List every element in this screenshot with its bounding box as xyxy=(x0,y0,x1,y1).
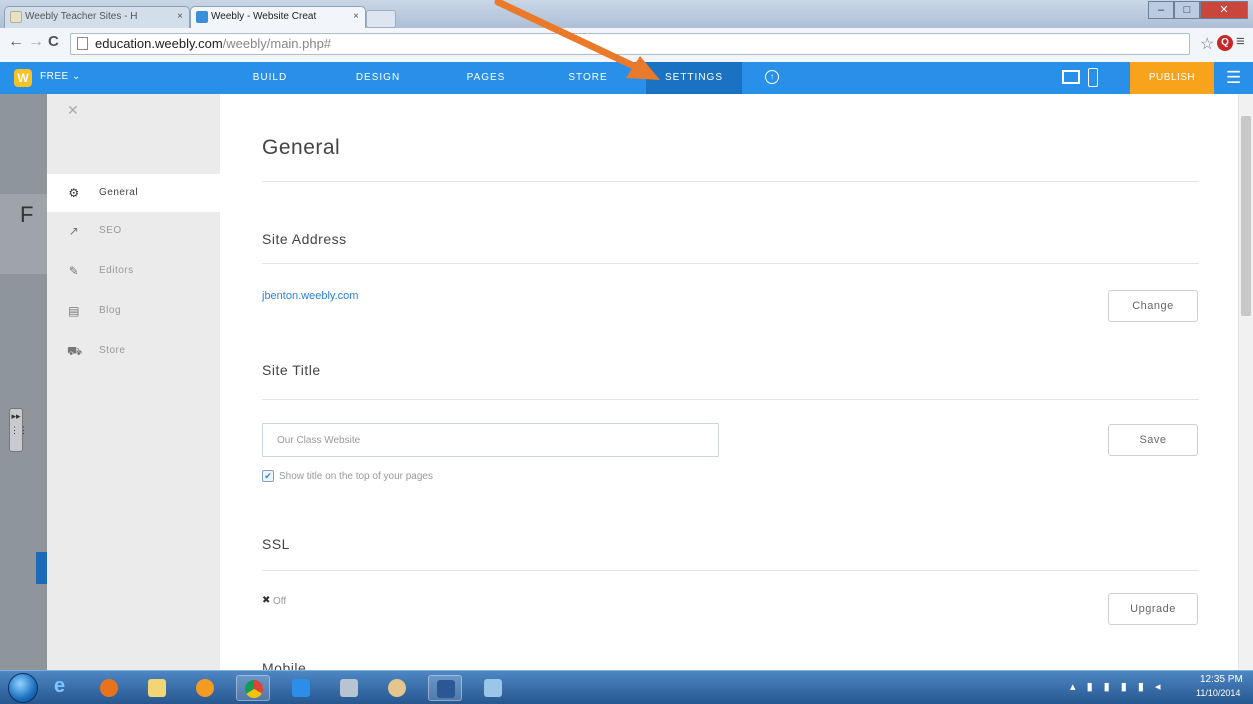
url-host: education.weebly.com xyxy=(95,36,223,51)
plan-dropdown[interactable]: FREE ⌄ xyxy=(40,71,81,82)
nav-pages[interactable]: PAGES xyxy=(463,62,509,94)
tab-title: Weebly - Website Creat xyxy=(211,11,317,22)
address-bar[interactable]: education.weebly.com/weebly/main.php# xyxy=(70,33,1190,55)
x-mark-icon: ✖ xyxy=(262,595,271,606)
sidebar-item-label: Store xyxy=(99,345,126,356)
cart-icon: ⛟ xyxy=(67,344,83,358)
browser-tab-weebly[interactable]: Weebly - Website Creat × xyxy=(190,6,366,28)
sidebar-item-seo[interactable]: ↗ SEO xyxy=(47,212,220,250)
mobile-view-icon[interactable] xyxy=(1088,68,1098,87)
editor-letter: F xyxy=(20,202,34,227)
bookmark-star-icon[interactable]: ☆ xyxy=(1200,34,1214,54)
ssl-heading: SSL xyxy=(262,536,290,552)
weebly-top-bar: W FREE ⌄ BUILD DESIGN PAGES STORE SETTIN… xyxy=(0,62,1253,94)
upgrade-button[interactable]: Upgrade xyxy=(1108,593,1198,625)
sidebar-item-store[interactable]: ⛟ Store xyxy=(47,332,220,370)
windows-taskbar: e ▴ ▮ ▮ ▮ ▮ ◂ 12:35 PM 11/10/2014 xyxy=(0,670,1253,704)
nav-build[interactable]: BUILD xyxy=(250,62,290,94)
trend-icon: ↗ xyxy=(68,224,80,238)
site-address-link[interactable]: jbenton.weebly.com xyxy=(262,290,358,302)
browser-toolbar: ← → C education.weebly.com/weebly/main.p… xyxy=(0,28,1253,63)
browser-tab-bar: Weebly Teacher Sites - H × Weebly - Webs… xyxy=(0,0,1253,28)
extension-icon[interactable]: Q xyxy=(1217,35,1233,51)
settings-content: General Site Address jbenton.weebly.com … xyxy=(220,94,1238,670)
file-explorer-icon[interactable] xyxy=(140,675,174,701)
close-window-button[interactable]: ✕ xyxy=(1200,1,1248,19)
new-tab-button[interactable] xyxy=(366,10,396,28)
weebly-favicon-icon xyxy=(196,11,208,23)
reload-icon[interactable]: C xyxy=(48,33,59,50)
clock-time[interactable]: 12:35 PM xyxy=(1200,674,1243,685)
page-icon xyxy=(77,37,88,50)
editor-page-fragment: F xyxy=(0,194,47,274)
sidebar-item-editors[interactable]: ✎ Editors xyxy=(47,252,220,290)
sidebar-item-general[interactable]: ⚙ General xyxy=(47,174,220,212)
page-favicon-icon xyxy=(10,11,22,23)
pencil-icon: ✎ xyxy=(68,264,80,278)
ssl-status: Off xyxy=(273,596,287,607)
weebly-logo-icon[interactable]: W xyxy=(14,69,32,87)
window-controls: – □ ✕ xyxy=(1148,1,1251,21)
nav-settings[interactable]: SETTINGS xyxy=(646,62,742,94)
site-title-input[interactable] xyxy=(262,423,719,457)
back-arrow-icon[interactable]: ← xyxy=(8,33,24,51)
firefox-icon[interactable] xyxy=(92,675,126,701)
tab-close-icon[interactable]: × xyxy=(177,7,183,27)
tab-close-icon[interactable]: × xyxy=(353,7,359,27)
sidebar-item-label: General xyxy=(99,187,139,198)
clock-date[interactable]: 11/10/2014 xyxy=(1196,688,1240,698)
nav-store[interactable]: STORE xyxy=(566,62,610,94)
sidebar-item-label: Blog xyxy=(99,305,122,316)
change-button[interactable]: Change xyxy=(1108,290,1198,322)
sidebar-item-blog[interactable]: ▤ Blog xyxy=(47,292,220,330)
tab-title: Weebly Teacher Sites - H xyxy=(25,11,138,22)
hamburger-menu-icon[interactable]: ☰ xyxy=(1226,68,1241,88)
save-button[interactable]: Save xyxy=(1108,424,1198,456)
nav-design[interactable]: DESIGN xyxy=(348,62,408,94)
divider xyxy=(262,181,1199,182)
show-title-checkbox[interactable]: ✔ xyxy=(262,470,274,482)
divider xyxy=(262,570,1199,571)
document-icon[interactable] xyxy=(332,675,366,701)
editor-background: F ▸▸ ⋮⋮ xyxy=(0,94,47,670)
site-address-heading: Site Address xyxy=(262,231,347,247)
mobile-heading: Mobile xyxy=(262,660,307,670)
system-tray-icons[interactable]: ▴ ▮ ▮ ▮ ▮ ◂ xyxy=(1070,680,1165,693)
media-player-icon[interactable] xyxy=(188,675,222,701)
editor-blue-block xyxy=(36,552,47,584)
start-button[interactable] xyxy=(8,673,38,703)
url-path: /weebly/main.php# xyxy=(222,36,332,51)
site-title-heading: Site Title xyxy=(262,362,321,378)
gear-icon: ⚙ xyxy=(68,186,80,200)
content-scrollbar[interactable] xyxy=(1238,94,1253,670)
publish-button[interactable]: PUBLISH xyxy=(1130,62,1214,94)
editor-drag-handle[interactable]: ▸▸ ⋮⋮ xyxy=(9,408,28,452)
page-title: General xyxy=(262,136,341,159)
show-title-label: Show title on the top of your pages xyxy=(279,471,433,482)
maximize-button[interactable]: □ xyxy=(1174,1,1200,19)
sidebar-item-label: SEO xyxy=(99,225,122,236)
help-icon[interactable]: ↑ xyxy=(765,70,779,84)
internet-explorer-icon[interactable]: e xyxy=(44,675,78,701)
browser-menu-icon[interactable]: ≡ xyxy=(1236,33,1245,50)
divider xyxy=(262,399,1199,400)
word-icon[interactable] xyxy=(428,675,462,701)
dropbox-icon[interactable] xyxy=(284,675,318,701)
close-icon[interactable]: ✕ xyxy=(67,102,79,119)
paint-icon[interactable] xyxy=(380,675,414,701)
sidebar-item-label: Editors xyxy=(99,265,134,276)
chrome-icon[interactable] xyxy=(236,675,270,701)
settings-sidebar: ✕ ⚙ General ↗ SEO ✎ Editors ▤ Blog ⛟ Sto… xyxy=(47,94,220,670)
minimize-button[interactable]: – xyxy=(1148,1,1174,19)
blog-icon: ▤ xyxy=(68,304,80,318)
window-switcher-icon[interactable] xyxy=(476,675,510,701)
browser-tab-teacher-sites[interactable]: Weebly Teacher Sites - H × xyxy=(4,6,190,28)
divider xyxy=(262,263,1199,264)
desktop-view-icon[interactable] xyxy=(1062,70,1080,84)
scrollbar-thumb[interactable] xyxy=(1241,116,1251,316)
forward-arrow-icon[interactable]: → xyxy=(28,33,44,51)
